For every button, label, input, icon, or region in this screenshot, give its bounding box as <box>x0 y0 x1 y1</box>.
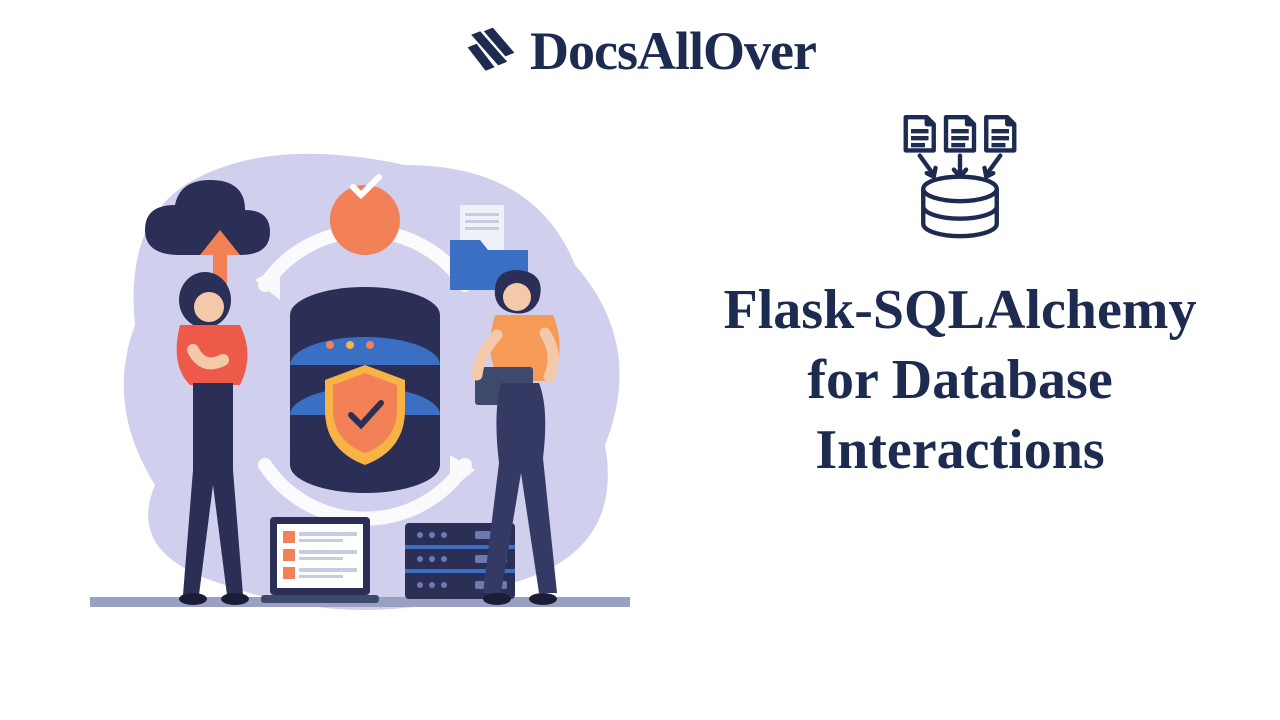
brand-header: DocsAllOver <box>0 20 1280 82</box>
hero-illustration <box>65 125 655 645</box>
laptop-icon <box>261 517 379 603</box>
brand-logo-icon <box>464 24 518 78</box>
database-files-icon <box>890 110 1030 245</box>
article-right-panel: Flask-SQLAlchemy for Database Interactio… <box>700 110 1220 485</box>
brand-name: DocsAllOver <box>530 20 816 82</box>
database-cylinder-icon <box>290 287 440 493</box>
article-title: Flask-SQLAlchemy for Database Interactio… <box>700 275 1220 485</box>
